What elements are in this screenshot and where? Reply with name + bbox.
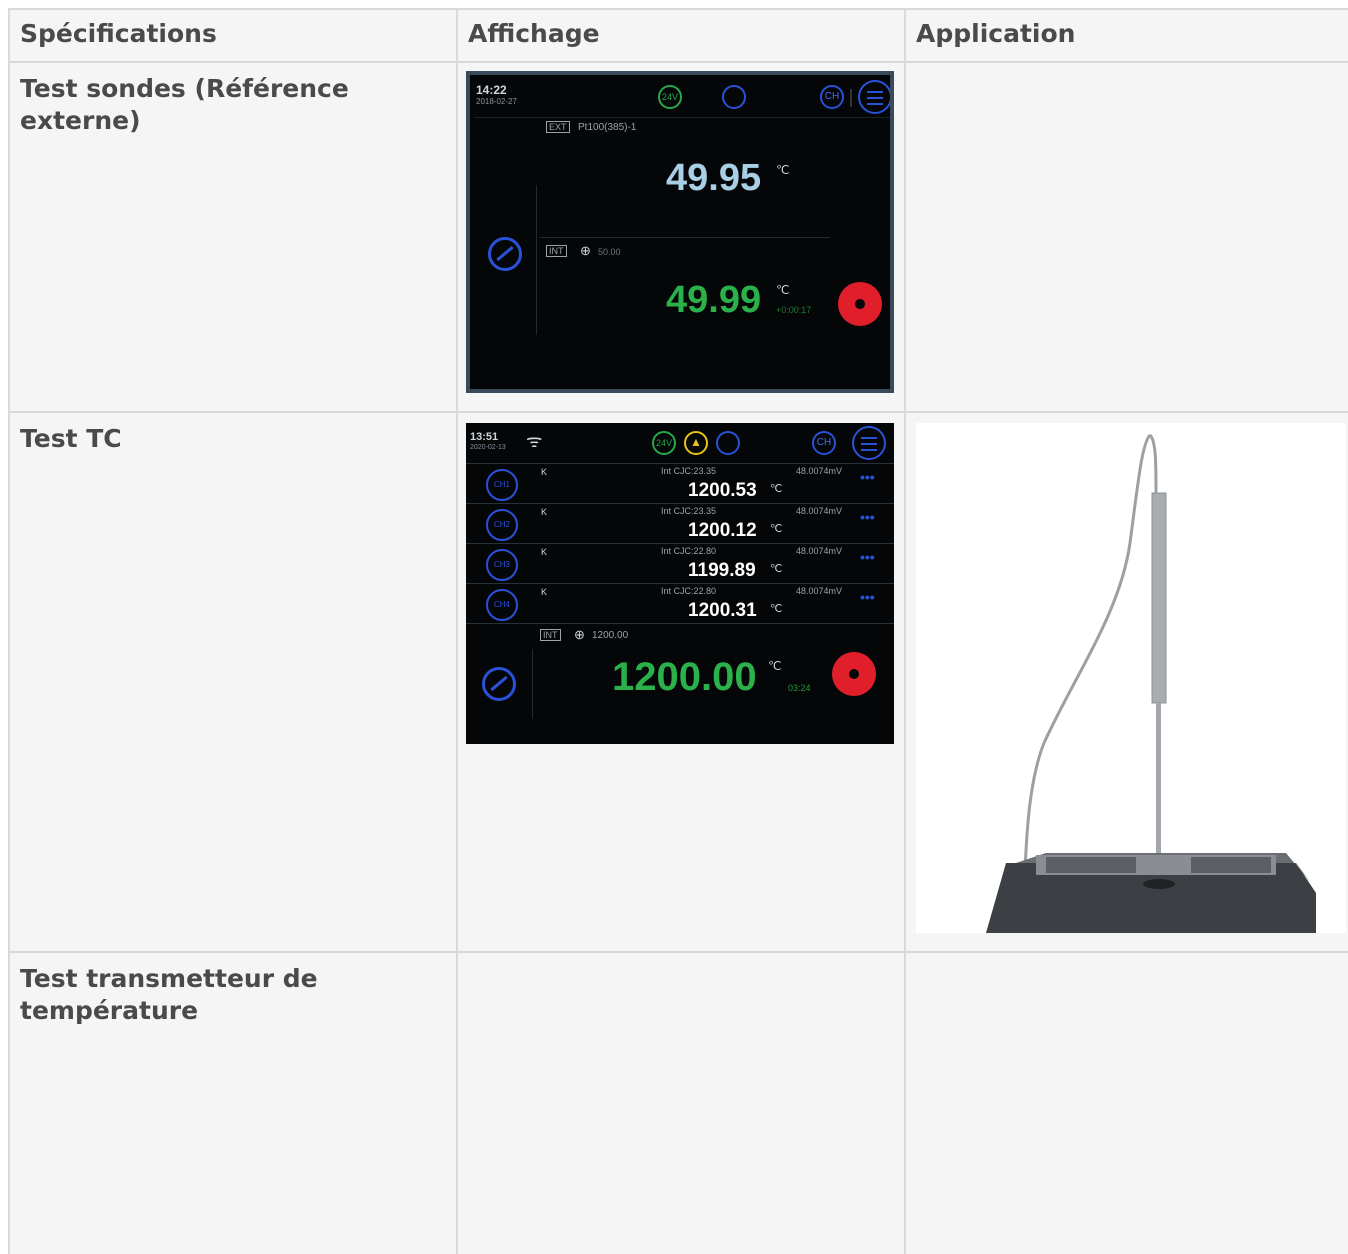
calibrator-with-probe-image (986, 433, 1316, 933)
ext-temperature-value: 49.95 (666, 157, 762, 199)
header-application: Application (916, 19, 1076, 48)
screen1-time: 14:22 (476, 83, 507, 97)
cjc-value: Int CJC:23.35 (661, 466, 717, 476)
screen1-date: 2018-02-27 (476, 97, 517, 106)
channel-row[interactable]: CH3 K Int CJC:22.80 48.0074mV 1199.89 ℃ … (466, 544, 894, 584)
tc-type: K (541, 587, 548, 597)
row2-display-cell: 13:51 2020-02-13 ᯤ 24V ▲ CH CH1 K Int CJ… (458, 413, 906, 953)
tc-type: K (541, 547, 548, 557)
more-icon[interactable]: ••• (860, 589, 875, 605)
channel-2-icon: CH2 (486, 509, 518, 541)
header-display: Affichage (468, 19, 600, 48)
row3-display-cell (458, 953, 906, 1254)
channel-temperature: 1199.89 (688, 560, 756, 581)
channel-icon[interactable]: CH (812, 431, 836, 455)
channel-row[interactable]: CH4 K Int CJC:22.80 48.0074mV 1200.31 ℃ … (466, 584, 894, 624)
int-unit: ℃ (776, 283, 790, 297)
alarm-bell-icon (722, 85, 746, 109)
probe-type: Pt100(385)-1 (578, 122, 637, 133)
stirring-icon[interactable] (482, 667, 516, 701)
setpoint-target-icon: ⊕ (580, 243, 591, 258)
calibrator-screen-tc: 13:51 2020-02-13 ᯤ 24V ▲ CH CH1 K Int CJ… (466, 423, 894, 744)
int-tag: INT (546, 245, 567, 257)
badge-ch-label: CH (824, 91, 840, 102)
product-photo (916, 423, 1346, 933)
header-specifications: Spécifications (20, 19, 217, 48)
more-icon[interactable]: ••• (860, 509, 875, 525)
channel-4-icon: CH4 (486, 589, 518, 621)
channel-unit: ℃ (770, 483, 783, 495)
channel-1-icon: CH1 (486, 469, 518, 501)
power-24v-icon: 24V (652, 431, 676, 455)
setpoint-value: 1200.00 (592, 630, 629, 641)
int-tag: INT (540, 629, 561, 641)
fan-icon[interactable] (838, 282, 882, 326)
ext-unit: ℃ (776, 163, 790, 177)
channel-row[interactable]: CH2 K Int CJC:23.35 48.0074mV 1200.12 ℃ … (466, 504, 894, 544)
channel-unit: ℃ (770, 563, 783, 575)
badge-24v-label: 24V (655, 438, 672, 448)
mv-value: 48.0074mV (796, 466, 843, 476)
setpoint-value: 50.00 (598, 247, 621, 257)
setpoint-target-icon: ⊕ (574, 627, 585, 642)
alarm-bell-icon (716, 431, 740, 455)
mv-value: 48.0074mV (796, 506, 843, 516)
channel-temperature: 1200.31 (688, 600, 757, 621)
row1-application-cell (906, 63, 1348, 413)
cjc-value: Int CJC:22.80 (661, 586, 717, 596)
wifi-icon: ᯤ (526, 431, 543, 451)
screen2-time: 13:51 (470, 431, 499, 443)
elapsed-time: +0:00:17 (776, 305, 812, 315)
warning-icon: ▲ (684, 431, 708, 455)
header-cell-application: Application (906, 10, 1348, 63)
mv-value: 48.0074mV (796, 586, 843, 596)
channel-row[interactable]: CH1 K Int CJC:23.35 48.0074mV 1200.53 ℃ … (466, 464, 894, 504)
cjc-value: Int CJC:22.80 (661, 546, 717, 556)
channel-3-icon: CH3 (486, 549, 518, 581)
menu-icon[interactable] (852, 426, 886, 460)
channel-icon[interactable]: CH (820, 85, 844, 109)
screen2-date: 2020-02-13 (470, 444, 506, 451)
ext-tag: EXT (546, 121, 570, 133)
tc-type: K (541, 507, 548, 517)
power-24v-icon: 24V (658, 85, 682, 109)
row3-spec-cell: Test transmetteur de température (8, 953, 458, 1254)
header-cell-display: Affichage (458, 10, 906, 63)
row2-application-cell (906, 413, 1348, 953)
more-icon[interactable]: ••• (860, 469, 875, 485)
row3-spec: Test transmetteur de température (20, 964, 318, 1025)
badge-ch-label: CH (816, 437, 832, 448)
menu-icon[interactable] (858, 80, 890, 114)
tc-type: K (541, 467, 548, 477)
main-unit: ℃ (768, 659, 782, 673)
channel-temperature: 1200.53 (688, 480, 757, 501)
row1-spec: Test sondes (Référence externe) (20, 74, 349, 135)
mv-value: 48.0074mV (796, 546, 843, 556)
header-cell-specifications: Spécifications (8, 10, 458, 63)
int-temperature-value: 49.99 (666, 279, 762, 321)
badge-24v-label: 24V (661, 92, 678, 102)
menu-divider (850, 89, 852, 107)
main-temperature-value: 1200.00 (612, 655, 757, 699)
row2-spec-cell: Test TC (8, 413, 458, 953)
channel-unit: ℃ (770, 523, 783, 535)
channel-temperature: 1200.12 (688, 520, 757, 541)
spec-table: Spécifications Affichage Application Tes… (8, 8, 1348, 1254)
row2-spec: Test TC (20, 424, 122, 453)
row3-application-cell (906, 953, 1348, 1254)
row1-spec-cell: Test sondes (Référence externe) (8, 63, 458, 413)
fan-icon[interactable] (832, 652, 876, 696)
channel-unit: ℃ (770, 603, 783, 615)
row1-display-cell: 14:22 2018-02-27 24V CH EXT Pt100(385)-1… (458, 63, 906, 413)
stirring-icon[interactable] (488, 237, 522, 271)
calibrator-screen-probe: 14:22 2018-02-27 24V CH EXT Pt100(385)-1… (466, 71, 894, 393)
more-icon[interactable]: ••• (860, 549, 875, 565)
cjc-value: Int CJC:23.35 (661, 506, 717, 516)
elapsed-time: 03:24 (788, 683, 811, 693)
